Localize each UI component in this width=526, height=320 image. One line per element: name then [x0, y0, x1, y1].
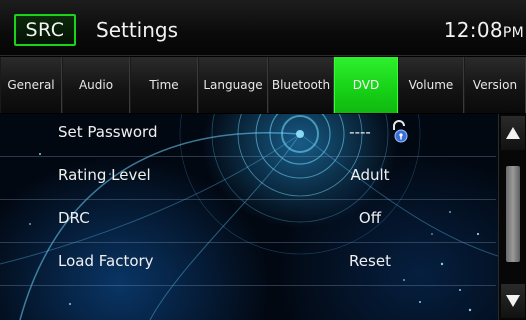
tab-bluetooth[interactable]: Bluetooth — [268, 57, 334, 113]
scroll-down-button[interactable] — [501, 284, 525, 318]
settings-content: Set Password ---- Rating Level Adult DRC… — [0, 114, 526, 320]
setting-label: DRC — [58, 209, 90, 227]
setting-value: ---- — [349, 123, 371, 141]
setting-value: Adult — [350, 166, 390, 184]
lock-icon — [393, 120, 408, 143]
settings-list: Set Password ---- Rating Level Adult DRC… — [0, 114, 496, 320]
arrow-down-icon — [506, 295, 520, 307]
setting-value: Reset — [349, 252, 391, 270]
tab-time[interactable]: Time — [130, 57, 198, 113]
scroll-thumb[interactable] — [506, 166, 520, 262]
page-title: Settings — [96, 18, 179, 42]
setting-row-set-password[interactable]: Set Password ---- — [0, 114, 496, 157]
header-bar: SRC Settings 12:08PM — [0, 0, 526, 56]
clock-time: 12:08 — [443, 18, 503, 42]
arrow-up-icon — [506, 127, 520, 139]
src-button[interactable]: SRC — [14, 14, 76, 46]
tab-audio[interactable]: Audio — [62, 57, 130, 113]
scroll-up-button[interactable] — [501, 116, 525, 150]
setting-row-rating-level[interactable]: Rating Level Adult — [0, 157, 496, 200]
clock-ampm: PM — [502, 25, 524, 41]
tab-version[interactable]: Version — [464, 57, 526, 113]
setting-row-load-factory[interactable]: Load Factory Reset — [0, 243, 496, 286]
setting-label: Rating Level — [58, 166, 151, 184]
clock: 12:08PM — [444, 14, 524, 46]
tab-volume[interactable]: Volume — [398, 57, 464, 113]
settings-screen: SRC Settings 12:08PM General Audio Time … — [0, 0, 526, 320]
settings-tab-bar: General Audio Time Language Bluetooth DV… — [0, 57, 526, 113]
setting-label: Load Factory — [58, 252, 154, 270]
tab-general[interactable]: General — [0, 57, 62, 113]
scrollbar[interactable] — [498, 114, 526, 320]
setting-value: Off — [358, 209, 382, 227]
tab-language[interactable]: Language — [198, 57, 268, 113]
setting-label: Set Password — [58, 123, 158, 141]
setting-row-drc[interactable]: DRC Off — [0, 200, 496, 243]
tab-dvd[interactable]: DVD — [334, 57, 398, 113]
